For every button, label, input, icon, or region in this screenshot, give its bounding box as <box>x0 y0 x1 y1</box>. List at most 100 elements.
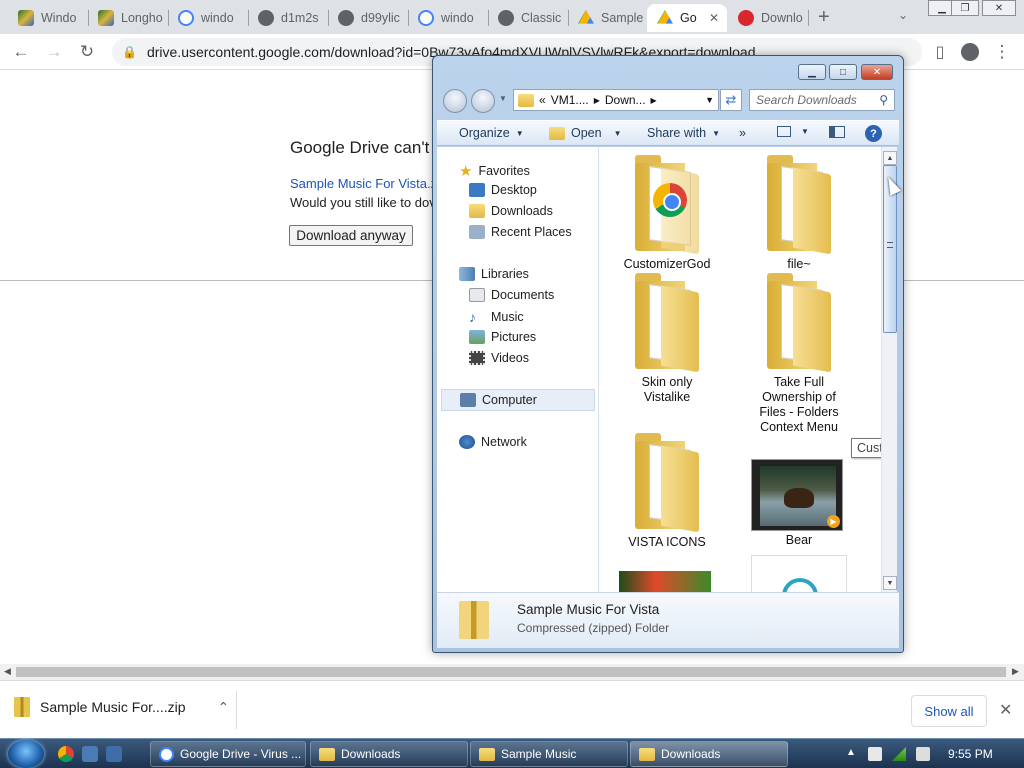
explorer-vertical-scrollbar[interactable]: ▲ ▼ <box>881 147 897 592</box>
scroll-up-icon[interactable]: ▲ <box>883 151 897 165</box>
folder-skin-only-vistalike[interactable]: Skin only Vistalike <box>603 273 731 405</box>
explorer-forward-button[interactable] <box>471 89 495 113</box>
tab-windo-2[interactable]: windo <box>168 4 246 32</box>
nav-downloads[interactable]: Downloads <box>469 204 553 218</box>
address-dropdown-icon[interactable]: ▼ <box>705 95 714 105</box>
partial-thumbnail[interactable] <box>751 555 847 592</box>
folder-file-tilde[interactable]: file~ <box>735 155 863 271</box>
taskbar-downloads-2[interactable]: Downloads <box>630 741 788 767</box>
preview-pane-icon[interactable] <box>829 126 845 138</box>
command-bar: Organize ▼ Open ▼ Share with ▼ » ▼ ? <box>437 120 899 146</box>
download-anyway-button[interactable]: Download anyway <box>289 225 413 246</box>
navigation-pane: ★ Favorites Desktop Downloads Recent Plac… <box>437 147 599 592</box>
crumb-arrow-icon[interactable]: ▶ <box>651 96 657 105</box>
explorer-minimize-button[interactable]: ▁ <box>798 64 826 80</box>
nav-desktop[interactable]: Desktop <box>469 183 537 197</box>
explorer-maximize-button[interactable]: □ <box>829 64 857 80</box>
folder-icon <box>635 155 699 255</box>
scroll-down-icon[interactable]: ▼ <box>883 576 897 590</box>
nav-favorites[interactable]: ★ Favorites <box>459 162 530 180</box>
partial-thumbnail[interactable] <box>619 571 711 592</box>
folder-customizergod[interactable]: CustomizerGod <box>603 155 731 271</box>
show-desktop-icon[interactable] <box>82 746 98 762</box>
tab-d1m2s[interactable]: d1m2s <box>248 4 326 32</box>
crumb-arrow-icon[interactable]: ▶ <box>594 96 600 105</box>
nav-videos[interactable]: Videos <box>469 351 529 365</box>
scroll-right-icon[interactable]: ▶ <box>1012 666 1019 677</box>
explorer-close-button[interactable]: ✕ <box>861 64 893 80</box>
nav-network[interactable]: Network <box>459 435 527 449</box>
globe-icon <box>498 10 514 26</box>
nav-pictures[interactable]: Pictures <box>469 330 536 344</box>
tab-downlo[interactable]: Downlo <box>728 4 806 32</box>
folder-take-full-ownership[interactable]: Take Full Ownership of Files - Folders C… <box>735 273 863 435</box>
tray-expand-icon[interactable]: ▲ <box>846 747 856 758</box>
start-orb-icon[interactable] <box>8 740 44 768</box>
globe-icon <box>258 10 274 26</box>
details-name: Sample Music For Vista <box>517 602 660 617</box>
scroll-left-icon[interactable]: ◀ <box>4 666 11 677</box>
tab-google-drive-active[interactable]: Go ✕ <box>647 4 727 32</box>
nav-computer[interactable]: Computer <box>441 389 595 411</box>
tab-windo-1[interactable]: Windo <box>8 4 86 32</box>
change-view-icon[interactable]: ▼ <box>777 126 809 137</box>
network-signal-icon[interactable] <box>892 747 906 761</box>
organize-button[interactable]: Organize ▼ <box>459 126 524 140</box>
tab-d99ylic[interactable]: d99ylic <box>328 4 406 32</box>
downloads-folder-icon <box>469 204 485 218</box>
tab-windo-3[interactable]: windo <box>408 4 486 32</box>
profile-avatar-icon[interactable] <box>958 41 982 63</box>
new-tab-plus-icon[interactable]: + <box>818 6 830 29</box>
close-downloads-bar-icon[interactable]: ✕ <box>999 700 1012 720</box>
nav-music[interactable]: ♪ Music <box>469 309 524 325</box>
explorer-address-bar[interactable]: « VM1.... ▶ Down... ▶ ▼ <box>513 89 719 111</box>
close-window-button[interactable]: ✕ <box>982 0 1016 16</box>
nav-recent-places[interactable]: Recent Places <box>469 225 572 239</box>
download-item[interactable]: Sample Music For....zip ⌃ <box>14 697 229 717</box>
refresh-icon[interactable]: ⇄ <box>720 89 742 111</box>
folder-vista-icons[interactable]: VISTA ICONS <box>603 433 731 549</box>
taskbar-sample-music[interactable]: Sample Music <box>470 741 628 767</box>
recent-pages-chevron-icon[interactable]: ▼ <box>499 94 507 103</box>
tab-sample[interactable]: Sample <box>568 4 646 32</box>
pictures-icon <box>469 330 485 344</box>
tab-longho[interactable]: Longho <box>88 4 166 32</box>
bear-video-thumbnail[interactable]: ▶ <box>751 459 843 531</box>
open-button[interactable]: Open ▼ <box>549 126 622 140</box>
tooltip: CustomizerGod <box>851 438 881 458</box>
drive-icon <box>657 10 673 24</box>
show-all-button[interactable]: Show all <box>911 695 987 727</box>
help-icon[interactable]: ? <box>865 125 882 142</box>
action-center-icon[interactable] <box>868 747 882 761</box>
nav-documents[interactable]: Documents <box>469 288 554 302</box>
crumb-vm1[interactable]: VM1.... <box>551 93 589 107</box>
chevron-up-icon[interactable]: ⌃ <box>218 699 230 716</box>
taskbar-downloads-1[interactable]: Downloads <box>310 741 468 767</box>
horizontal-scroll-thumb[interactable] <box>16 667 1006 677</box>
file-link[interactable]: Sample Music For Vista.z <box>290 176 437 191</box>
explorer-window: ▁ □ ✕ ▼ « VM1.... ▶ Down... ▶ ▼ ⇄ Search… <box>432 55 904 653</box>
side-panel-icon[interactable]: ▯ <box>928 41 952 63</box>
share-with-button[interactable]: Share with ▼ <box>647 126 720 140</box>
video-bear-label[interactable]: Bear <box>735 533 863 547</box>
forward-arrow-icon[interactable]: → <box>42 41 66 63</box>
horizontal-scrollbar[interactable]: ◀ ▶ <box>0 664 1024 680</box>
explorer-search-input[interactable]: Search Downloads ⚲ <box>749 89 895 111</box>
nav-libraries[interactable]: Libraries <box>459 267 529 281</box>
restore-button[interactable]: ❐ <box>951 0 979 16</box>
more-commands-button[interactable]: » <box>739 126 746 140</box>
back-arrow-icon[interactable]: ← <box>9 41 33 63</box>
taskbar-chrome[interactable]: Google Drive - Virus ... <box>150 741 306 767</box>
clock[interactable]: 9:55 PM <box>948 747 993 761</box>
tab-search-chevron-icon[interactable]: ⌄ <box>898 8 908 22</box>
switch-windows-icon[interactable] <box>106 746 122 762</box>
image-icon <box>98 10 114 26</box>
chrome-icon[interactable] <box>58 746 74 762</box>
menu-kebab-icon[interactable]: ⋮ <box>990 41 1014 63</box>
volume-muted-icon[interactable] <box>916 747 930 761</box>
reload-icon[interactable]: ↻ <box>75 41 99 63</box>
tab-classic[interactable]: Classic <box>488 4 566 32</box>
crumb-downloads[interactable]: Down... <box>605 93 646 107</box>
explorer-back-button[interactable] <box>443 89 467 113</box>
tab-close-icon[interactable]: ✕ <box>709 11 719 25</box>
